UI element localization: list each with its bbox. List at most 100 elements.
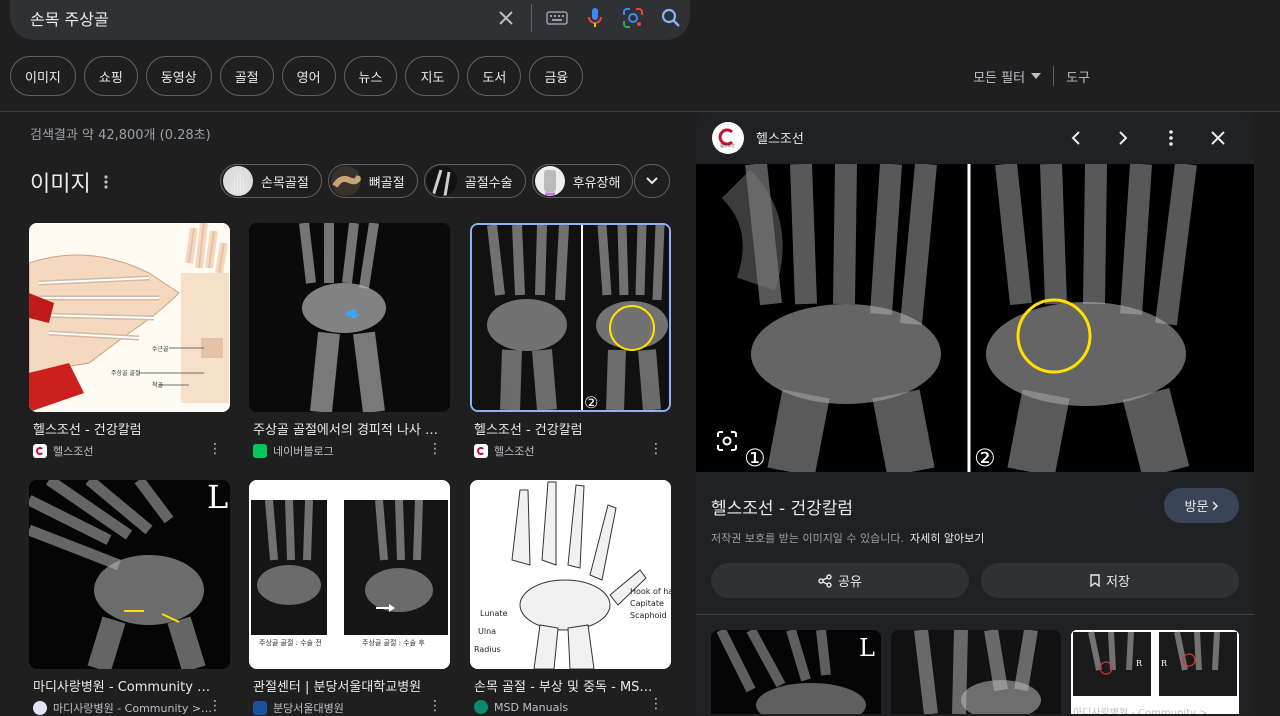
chip-fracture[interactable]: 골절 <box>219 56 274 96</box>
result-title[interactable]: 마디사랑병원 - Community > Blog <box>29 676 219 695</box>
result-title[interactable]: 헬스조선 - 건강칼럼 <box>470 419 660 438</box>
image-thumbnail[interactable]: ② <box>470 223 671 412</box>
microphone-icon[interactable] <box>576 0 614 37</box>
related-thumbnail <box>330 166 361 196</box>
keyboard-icon[interactable] <box>538 0 576 37</box>
related-chip[interactable]: 후유장해 <box>531 164 634 198</box>
search-input[interactable]: 손목 주상골 <box>30 6 487 30</box>
chip-shopping[interactable]: 쇼핑 <box>83 56 138 96</box>
thumbnail-label: Hook of hamate <box>630 587 671 596</box>
search-box[interactable]: 손목 주상골 <box>10 0 690 40</box>
source-favicon <box>33 701 47 715</box>
chevron-right-icon <box>1212 500 1219 511</box>
more-options-icon[interactable]: ⋮ <box>428 441 442 457</box>
thumbnail-label: 수근골 <box>152 346 169 353</box>
result-source[interactable]: 헬스조선 <box>470 443 671 459</box>
more-options-icon[interactable]: ⋮ <box>208 698 222 714</box>
image-thumbnail[interactable]: 수근골 주상골 골절 척골 <box>29 223 230 412</box>
more-related-button[interactable] <box>634 164 670 198</box>
result-title[interactable]: 관절센터 | 분당서울대학교병원 <box>249 676 439 695</box>
result-source[interactable]: 헬스조선 <box>29 443 230 459</box>
more-options-icon[interactable]: ⋮ <box>208 441 222 457</box>
copyright-text: 저작권 보호를 받는 이미지일 수 있습니다. <box>711 532 905 545</box>
thumbnail-label: Ulna <box>478 627 496 636</box>
source-name: 헬스조선 <box>53 445 94 458</box>
more-options-icon[interactable]: ⋮ <box>649 441 663 457</box>
divider <box>696 614 1254 615</box>
chip-finance[interactable]: 금융 <box>529 56 584 96</box>
chip-images[interactable]: 이미지 <box>10 56 76 96</box>
image-thumbnail[interactable]: Hook of hamate Scaphoid Capitate Lunate … <box>470 480 671 669</box>
image-result-card[interactable]: L 마디사랑병원 - Community > Blog 마디사랑병원 - Com… <box>29 480 230 716</box>
image-result-card[interactable]: 수근골 주상골 골절 척골 헬스조선 - 건강칼럼 헬스조선 ⋮ <box>29 223 230 459</box>
thumbnail-label: 주상골 골절 : 수술 전 <box>259 638 322 647</box>
chip-maps[interactable]: 지도 <box>405 56 460 96</box>
image-result-card[interactable]: ② 헬스조선 - 건강칼럼 헬스조선 ⋮ <box>470 223 671 459</box>
more-options-icon[interactable] <box>104 175 108 189</box>
related-label: 후유장해 <box>572 175 621 191</box>
source-logo: 헬스조선 <box>712 122 744 154</box>
clear-icon[interactable] <box>487 0 525 37</box>
related-chip[interactable]: 골절수술 <box>423 164 526 198</box>
search-icon[interactable] <box>652 0 690 37</box>
more-options-button[interactable] <box>1157 124 1185 152</box>
panel-source-name[interactable]: 헬스조선 <box>756 128 804 147</box>
related-image-thumbnail[interactable] <box>891 630 1061 714</box>
result-title[interactable]: 헬스조선 - 건강칼럼 <box>29 419 219 438</box>
next-button[interactable] <box>1109 124 1137 152</box>
result-source[interactable]: 네이버블로그 <box>249 443 450 459</box>
save-button[interactable]: 저장 <box>981 563 1239 598</box>
bookmark-icon <box>1090 574 1100 587</box>
related-chip[interactable]: 뼈골절 <box>327 164 418 198</box>
more-options-icon[interactable]: ⋮ <box>428 698 442 714</box>
source-name: MSD Manuals <box>494 700 569 714</box>
tools-button[interactable]: 도구 <box>1066 67 1090 86</box>
result-stats: 검색결과 약 42,800개 (0.28초) <box>30 128 211 143</box>
filter-chips: 이미지 쇼핑 동영상 골절 영어 뉴스 지도 도서 금융 <box>10 56 584 96</box>
image-result-card[interactable]: Hook of hamate Scaphoid Capitate Lunate … <box>470 480 671 714</box>
marker-letter: R <box>1161 659 1168 668</box>
chip-english[interactable]: 영어 <box>281 56 336 96</box>
source-name: 네이버블로그 <box>273 445 334 458</box>
source-favicon <box>474 700 488 714</box>
preview-image[interactable]: ① ② <box>696 162 1254 478</box>
related-chip[interactable]: 손목골절 <box>220 164 322 198</box>
source-favicon <box>474 444 488 458</box>
divider <box>531 4 532 32</box>
related-label: 골절수술 <box>464 175 513 191</box>
share-button[interactable]: 공유 <box>711 563 969 598</box>
result-title[interactable]: 손목 골절 - 부상 및 중독 - MSD … <box>470 676 660 695</box>
caret-down-icon <box>1031 73 1042 79</box>
save-label: 저장 <box>1106 575 1130 590</box>
result-source[interactable]: MSD Manuals <box>470 700 671 714</box>
chevron-down-icon <box>646 177 658 185</box>
related-image-thumbnail[interactable]: L <box>711 630 881 714</box>
google-lens-icon[interactable] <box>614 0 652 37</box>
panel-title[interactable]: 헬스조선 - 건강칼럼 <box>711 494 853 519</box>
visit-button[interactable]: 방문 <box>1164 488 1239 523</box>
image-thumbnail[interactable] <box>249 223 450 412</box>
thumbnail-label: Lunate <box>480 609 507 618</box>
prev-button[interactable] <box>1062 124 1090 152</box>
circled-number-label: ② <box>974 444 996 472</box>
learn-more-link[interactable]: 자세히 알아보기 <box>910 532 984 545</box>
chip-news[interactable]: 뉴스 <box>343 56 398 96</box>
lens-search-icon[interactable] <box>716 430 738 456</box>
chip-videos[interactable]: 동영상 <box>145 56 212 96</box>
thumbnail-label: 주상골 골절 : 수술 후 <box>362 638 425 647</box>
result-title[interactable]: 주상골 골절에서의 경피적 나사 … <box>249 419 439 438</box>
more-options-icon[interactable]: ⋮ <box>649 696 663 712</box>
chip-books[interactable]: 도서 <box>467 56 522 96</box>
image-thumbnail[interactable]: 주상골 골절 : 수술 전 주상골 골절 : 수술 후 <box>249 480 450 669</box>
marker-letter: L <box>207 480 228 516</box>
image-result-card[interactable]: 주상골 골절 : 수술 전 주상골 골절 : 수술 후 관절센터 | 분당서울대… <box>249 480 450 716</box>
close-button[interactable] <box>1204 124 1232 152</box>
all-filters-button[interactable]: 모든 필터 <box>973 67 1042 86</box>
image-result-card[interactable]: 주상골 골절에서의 경피적 나사 … 네이버블로그 ⋮ <box>249 223 450 459</box>
share-icon <box>818 573 832 588</box>
image-thumbnail[interactable]: L <box>29 480 230 669</box>
thumbnail-label: Capitate <box>630 599 664 608</box>
more-vert-icon <box>1169 130 1173 146</box>
all-filters-label: 모든 필터 <box>973 70 1026 86</box>
related-image-thumbnail[interactable]: R R 마디사랑병원 - Community >… <box>1071 630 1239 714</box>
